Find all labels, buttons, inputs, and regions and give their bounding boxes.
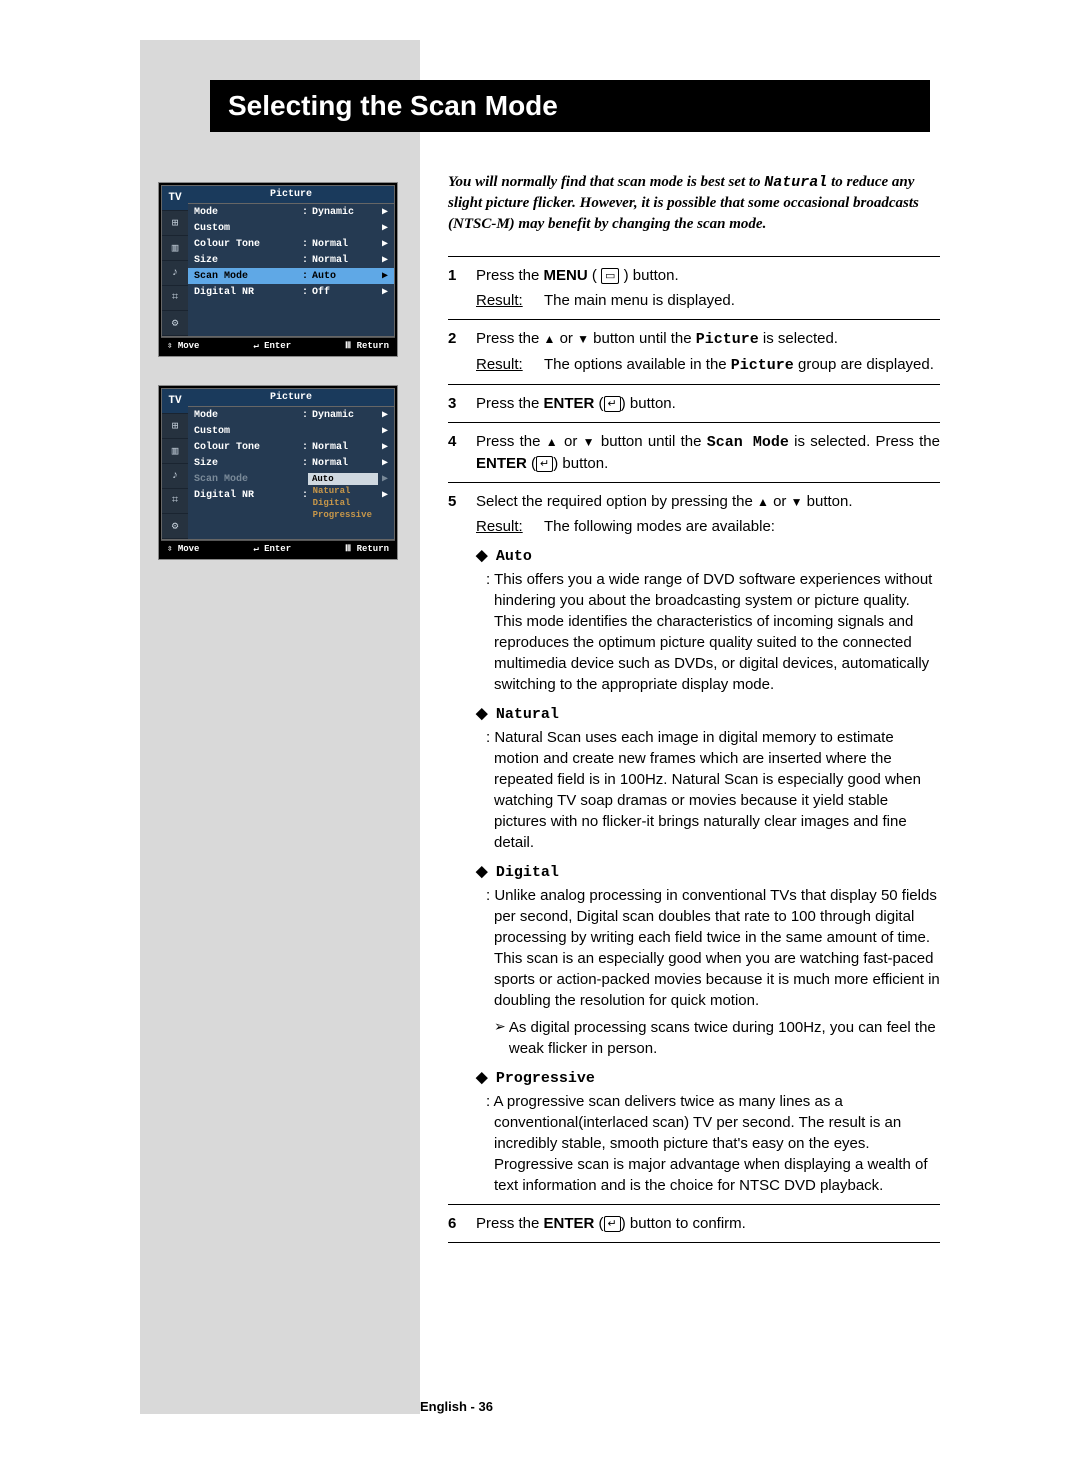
instructions-column: You will normally find that scan mode is…	[420, 172, 940, 1243]
subopt: Digital	[309, 497, 376, 509]
up-icon: ▲	[546, 435, 559, 449]
mode-auto: ◆ Auto : This offers you a wide range of…	[476, 545, 940, 695]
down-icon: ▼	[791, 495, 803, 509]
osd-icon-sound: ♪	[162, 464, 188, 489]
enter-icon: ↵	[604, 1216, 621, 1232]
digital-note: ➢ As digital processing scans twice duri…	[476, 1017, 940, 1059]
osd-icon-tv: TV	[162, 389, 188, 414]
note-icon: ➢	[494, 1017, 509, 1059]
mode-digital: ◆ Digital : Unlike analog processing in …	[476, 861, 940, 1059]
menu-icon: ▭	[601, 268, 619, 284]
step-6: 6 Press the ENTER (↵) button to confirm.	[448, 1204, 940, 1243]
osd-icon-sound: ♪	[162, 261, 188, 286]
enter-icon: ↵	[253, 341, 258, 351]
osd-title: Picture	[188, 389, 394, 407]
osd-row: Colour Tone:Normal▶	[188, 439, 394, 455]
mode-natural: ◆ Natural : Natural Scan uses each image…	[476, 703, 940, 853]
up-icon: ▲	[757, 495, 769, 509]
page-number: English - 36	[420, 1399, 493, 1414]
osd-row: Custom▶	[188, 423, 394, 439]
osd-title: Picture	[188, 186, 394, 204]
subopt: Progressive	[309, 509, 376, 521]
subopt: Natural	[309, 485, 376, 497]
osd-icon-setup: ⚙	[162, 514, 188, 539]
osd-column: TV ⊞ ▥ ♪ ⌗ ⚙ Picture Mode:Dynamic▶ Custo…	[140, 172, 420, 1243]
step-1: 1 Press the MENU ( ▭ ) button. Result:Th…	[448, 256, 940, 319]
osd-icon-input: ⊞	[162, 414, 188, 439]
osd-row: Mode:Dynamic▶	[188, 204, 394, 220]
diamond-icon: ◆	[476, 547, 488, 564]
enter-icon: ↵	[253, 544, 258, 554]
osd-icon-channel: ⌗	[162, 489, 188, 514]
osd-row: Colour Tone:Normal▶	[188, 236, 394, 252]
osd-icon-picture: ▥	[162, 439, 188, 464]
enter-icon: ↵	[604, 396, 621, 412]
step-2: 2 Press the ▲ or ▼ button until the Pict…	[448, 319, 940, 384]
osd-icon-input: ⊞	[162, 211, 188, 236]
return-icon: Ⅲ	[345, 341, 351, 351]
page-title: Selecting the Scan Mode	[210, 80, 930, 132]
down-icon: ▼	[577, 332, 589, 346]
osd-icon-picture: ▥	[162, 236, 188, 261]
osd-panel-2: TV ⊞ ▥ ♪ ⌗ ⚙ Picture Mode:Dynamic▶ Custo…	[158, 385, 398, 560]
intro-paragraph: You will normally find that scan mode is…	[448, 172, 940, 234]
updown-icon: ⇳	[167, 341, 172, 351]
osd-footer: ⇳ Move ↵ Enter Ⅲ Return	[161, 540, 395, 557]
osd-icon-tv: TV	[162, 186, 188, 211]
down-icon: ▼	[583, 435, 596, 449]
osd-footer: ⇳ Move ↵ Enter Ⅲ Return	[161, 337, 395, 354]
updown-icon: ⇳	[167, 544, 172, 554]
osd-row: Custom▶	[188, 220, 394, 236]
osd-row: Size:Normal▶	[188, 455, 394, 471]
diamond-icon: ◆	[476, 1069, 488, 1086]
mode-progressive: ◆ Progressive : A progressive scan deliv…	[476, 1067, 940, 1196]
step-4: 4 Press the ▲ or ▼ button until the Scan…	[448, 422, 940, 482]
osd-row-selected: Scan Mode:Auto▶	[188, 268, 394, 284]
diamond-icon: ◆	[476, 705, 488, 722]
osd-row: Mode:Dynamic▶	[188, 407, 394, 423]
subopt: Auto	[308, 473, 378, 485]
enter-icon: ↵	[536, 456, 553, 472]
osd-row: Digital NR:Off▶	[188, 284, 394, 300]
osd-panel-1: TV ⊞ ▥ ♪ ⌗ ⚙ Picture Mode:Dynamic▶ Custo…	[158, 182, 398, 357]
step-3: 3 Press the ENTER (↵) button.	[448, 384, 940, 422]
return-icon: Ⅲ	[345, 544, 351, 554]
osd-icon-setup: ⚙	[162, 311, 188, 336]
osd-icon-channel: ⌗	[162, 286, 188, 311]
step-5: 5 Select the required option by pressing…	[448, 482, 940, 1204]
diamond-icon: ◆	[476, 863, 488, 880]
osd-row: Size:Normal▶	[188, 252, 394, 268]
up-icon: ▲	[544, 332, 556, 346]
